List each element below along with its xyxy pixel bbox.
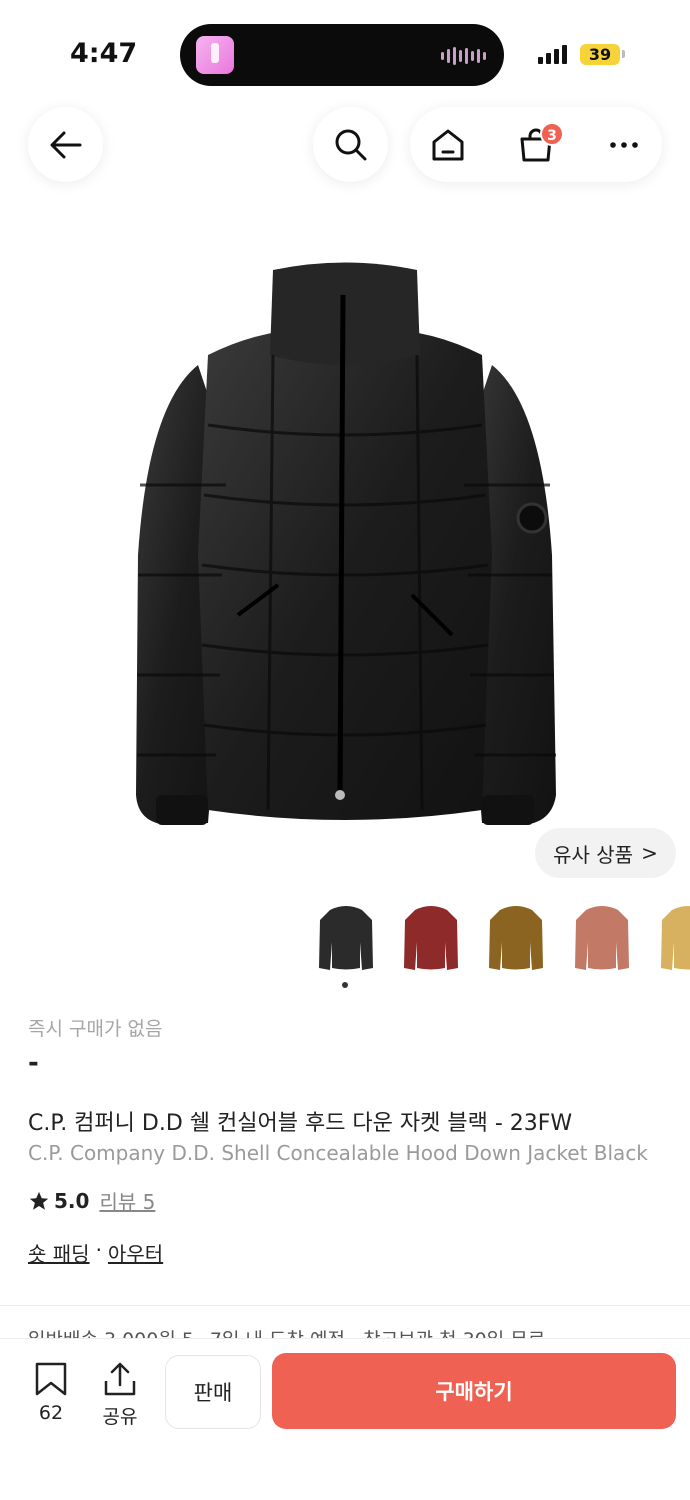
- search-icon: [335, 129, 366, 160]
- chevron-right-icon: >: [641, 841, 658, 865]
- thumbnail-rose[interactable]: [559, 895, 645, 979]
- search-button[interactable]: [313, 107, 388, 182]
- home-button[interactable]: [410, 107, 486, 182]
- share-label: 공유: [102, 1406, 138, 1428]
- more-icon: [610, 141, 638, 148]
- home-icon: [432, 129, 464, 160]
- rating-row: 5.0 리뷰 5: [28, 1186, 155, 1215]
- header-actions: 3: [410, 107, 662, 182]
- instant-buy-label: 즉시 구매가 없음: [28, 1018, 163, 1040]
- category-link-outer[interactable]: 아우터: [108, 1238, 163, 1267]
- color-thumbnails: [300, 895, 690, 985]
- jacket-thumbnail-icon: [489, 906, 543, 970]
- jacket-thumbnail-icon: [575, 906, 629, 970]
- rating-value: 5.0: [54, 1188, 90, 1213]
- similar-products-label: 유사 상품: [553, 842, 634, 867]
- carousel-indicator: [342, 982, 348, 988]
- jacket-thumbnail-icon: [661, 906, 690, 970]
- review-link[interactable]: 리뷰 5: [99, 1186, 155, 1215]
- more-button[interactable]: [586, 107, 662, 182]
- battery-icon: 39: [580, 44, 620, 65]
- similar-products-button[interactable]: 유사 상품 >: [535, 828, 676, 878]
- dynamic-island[interactable]: [180, 24, 504, 86]
- signal-icon: [538, 44, 567, 64]
- share-icon: [104, 1362, 136, 1396]
- thumbnail-brown[interactable]: [473, 895, 559, 979]
- thumbnail-black[interactable]: [303, 895, 389, 979]
- cart-count-badge: 3: [540, 122, 564, 146]
- arrow-left-icon: [50, 131, 81, 158]
- status-bar: 4:47 39: [0, 0, 690, 100]
- back-button[interactable]: [28, 107, 103, 182]
- jacket-thumbnail-icon: [319, 906, 373, 970]
- product-title-korean: C.P. 컴퍼니 D.D 쉘 컨실어블 후드 다운 자켓 블랙 - 23FW: [28, 1111, 573, 1136]
- share-button[interactable]: 공유: [90, 1361, 150, 1429]
- bottom-action-bar: 62 공유 판매 구매하기: [0, 1338, 690, 1500]
- divider: [0, 1305, 690, 1306]
- sell-button[interactable]: 판매: [165, 1355, 261, 1429]
- category-separator: ·: [95, 1238, 102, 1262]
- cart-button[interactable]: 3: [498, 107, 574, 182]
- buy-button[interactable]: 구매하기: [272, 1353, 676, 1429]
- star-icon: [29, 1191, 49, 1210]
- jacket-thumbnail-icon: [404, 906, 458, 970]
- product-title-english: C.P. Company D.D. Shell Concealable Hood…: [28, 1141, 648, 1165]
- save-count: 62: [38, 1402, 64, 1424]
- now-playing-artwork: [196, 36, 234, 74]
- category-breadcrumb: 숏 패딩 · 아우터: [28, 1238, 163, 1267]
- thumbnail-yellow[interactable]: [645, 895, 690, 979]
- status-time: 4:47: [70, 38, 138, 69]
- bookmark-icon: [35, 1362, 67, 1396]
- save-button[interactable]: 62: [21, 1361, 81, 1424]
- shipping-info[interactable]: 일반배송 3,000원 5~7일 내 도착 예정 · 창고보관 첫 30일 무료: [28, 1325, 690, 1339]
- price: -: [28, 1048, 39, 1078]
- category-link-short-padding[interactable]: 숏 패딩: [28, 1238, 90, 1267]
- battery-tip: [622, 50, 625, 58]
- product-image[interactable]: [128, 255, 562, 835]
- thumbnail-red[interactable]: [388, 895, 474, 979]
- audio-wave-icon: [441, 46, 486, 66]
